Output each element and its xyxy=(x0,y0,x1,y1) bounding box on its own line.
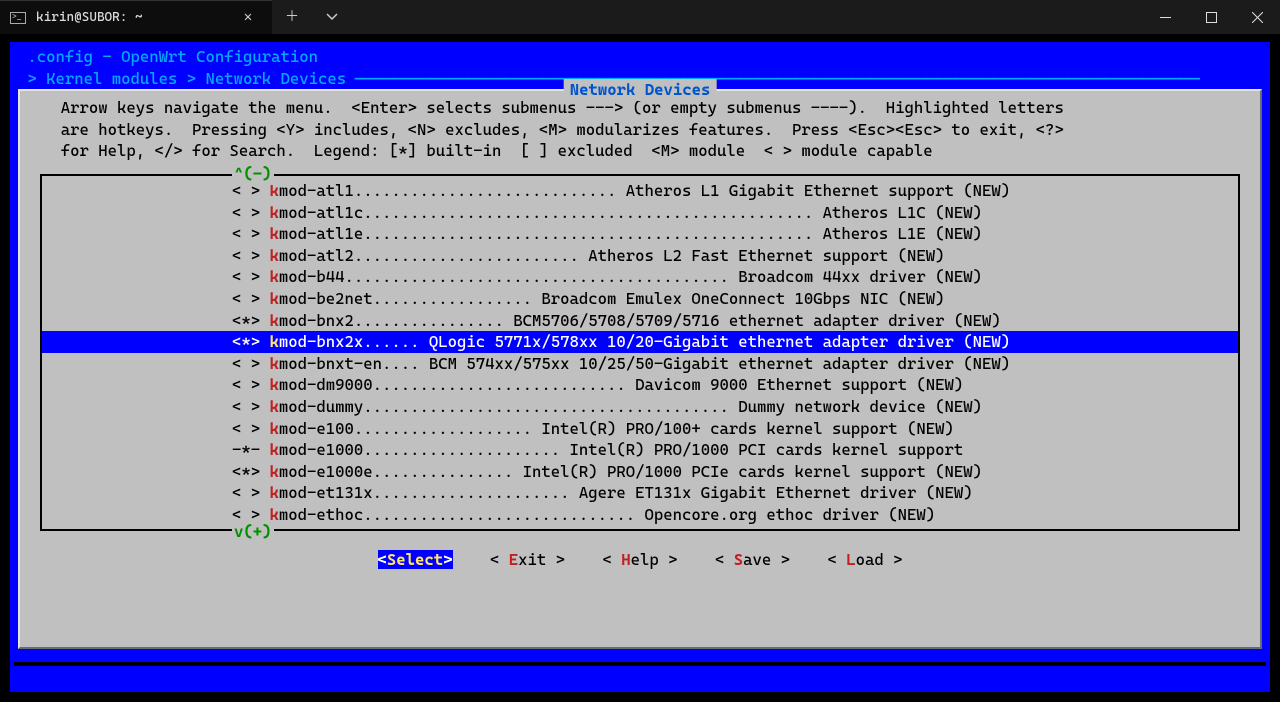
chevron-down-icon xyxy=(326,11,338,23)
dialog-box: Network Devices Arrow keys navigate the … xyxy=(18,89,1262,649)
frame-bottom-border xyxy=(14,662,1266,666)
hotkey-letter: k xyxy=(270,311,279,330)
hotkey-letter: k xyxy=(270,462,279,481)
option-row-et131x[interactable]: < > kmod-et131x..................... Age… xyxy=(42,482,1238,504)
option-row-dummy[interactable]: < > kmod-dummy..........................… xyxy=(42,396,1238,418)
option-row-bnxt-en[interactable]: < > kmod-bnxt-en.... BCM 574xx/575xx 10/… xyxy=(42,353,1238,375)
hotkey-letter: k xyxy=(270,224,279,243)
option-row-bnx2[interactable]: <*> kmod-bnx2................ BCM5706/57… xyxy=(42,310,1238,332)
help-text: Arrow keys navigate the menu. <Enter> se… xyxy=(20,93,1260,170)
hotkey-letter: k xyxy=(270,483,279,502)
save-button[interactable]: < Save > xyxy=(715,550,790,569)
hotkey-letter: k xyxy=(270,246,279,265)
tab-title: kirin@SUBOR: ~ xyxy=(36,9,224,27)
terminal-viewport: .config - OpenWrt Configuration > Kernel… xyxy=(0,34,1280,702)
option-row-e100[interactable]: < > kmod-e100................... Intel(R… xyxy=(42,418,1238,440)
option-row-dm9000[interactable]: < > kmod-dm9000.........................… xyxy=(42,374,1238,396)
hotkey-letter: k xyxy=(270,203,279,222)
option-row-b44[interactable]: < > kmod-b44............................… xyxy=(42,266,1238,288)
config-title: .config - OpenWrt Configuration xyxy=(14,46,1266,68)
hotkey-letter: k xyxy=(270,419,279,438)
new-tab-button[interactable]: ＋ xyxy=(272,0,312,34)
maximize-button[interactable] xyxy=(1188,0,1234,34)
close-tab-button[interactable]: ✕ xyxy=(234,8,262,27)
option-row-e1000e[interactable]: <*> kmod-e1000e............... Intel(R) … xyxy=(42,461,1238,483)
titlebar: kirin@SUBOR: ~ ✕ ＋ xyxy=(0,0,1280,34)
terminal-tab[interactable]: kirin@SUBOR: ~ ✕ xyxy=(0,0,272,34)
hotkey-letter: k xyxy=(270,267,279,286)
tab-dropdown-button[interactable] xyxy=(312,0,352,34)
button-bar: <Select> < Exit > < Help > < Save > < Lo… xyxy=(20,531,1260,592)
help-button[interactable]: < Help > xyxy=(603,550,678,569)
hotkey-letter: k xyxy=(270,375,279,394)
option-row-atl1c[interactable]: < > kmod-atl1c..........................… xyxy=(42,202,1238,224)
minimize-button[interactable] xyxy=(1142,0,1188,34)
hotkey-letter: k xyxy=(270,289,279,308)
option-row-e1000[interactable]: -*- kmod-e1000..................... Inte… xyxy=(42,439,1238,461)
option-row-bnx2x[interactable]: <*> kmod-bnx2x...... QLogic 5771x/578xx … xyxy=(42,331,1238,353)
option-row-be2net[interactable]: < > kmod-be2net................. Broadco… xyxy=(42,288,1238,310)
scroll-up-indicator: ^(-) xyxy=(232,163,274,185)
hotkey-letter: k xyxy=(270,440,279,459)
hotkey-letter: k xyxy=(270,332,279,351)
menuconfig-frame: .config - OpenWrt Configuration > Kernel… xyxy=(10,42,1270,692)
terminal-icon xyxy=(10,12,26,24)
scroll-down-indicator: v(+) xyxy=(232,521,274,543)
option-row-ethoc[interactable]: < > kmod-ethoc..........................… xyxy=(42,504,1238,526)
load-button[interactable]: < Load > xyxy=(828,550,903,569)
hotkey-letter: k xyxy=(270,397,279,416)
hotkey-letter: k xyxy=(270,354,279,373)
exit-button[interactable]: < Exit > xyxy=(490,550,565,569)
dialog-title: Network Devices xyxy=(564,79,717,101)
close-window-button[interactable] xyxy=(1234,0,1280,34)
select-button[interactable]: <Select> xyxy=(378,550,453,569)
option-row-atl1[interactable]: < > kmod-atl1...........................… xyxy=(42,180,1238,202)
option-row-atl2[interactable]: < > kmod-atl2........................ At… xyxy=(42,245,1238,267)
option-list[interactable]: ^(-) < > kmod-atl1......................… xyxy=(40,174,1240,532)
option-row-atl1e[interactable]: < > kmod-atl1e..........................… xyxy=(42,223,1238,245)
window-controls xyxy=(1142,0,1280,34)
